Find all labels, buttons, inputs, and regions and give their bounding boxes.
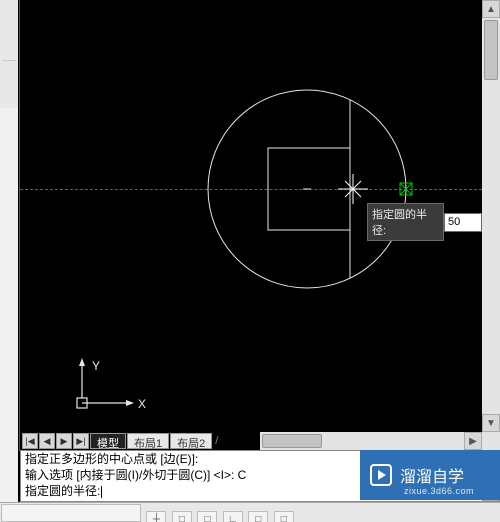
scroll-right-button[interactable]: ▶ [464,432,482,450]
scroll-corner [482,432,500,450]
scroll-thumb-vertical[interactable] [484,20,498,80]
tab-nav-prev[interactable]: ◀ [39,433,55,449]
scroll-up-button[interactable]: ▲ [482,0,500,18]
watermark-url: zixue.3d66.com [404,486,474,496]
status-toggle[interactable]: □ [197,511,217,522]
watermark-brand: 溜溜自学 [400,463,464,487]
tab-model[interactable]: 模型 [90,433,126,449]
dynamic-input: 指定圆的半径: [367,203,482,241]
tab-nav-first[interactable]: |◀ [22,433,38,449]
drawing-viewport[interactable]: Y X 指定圆的半径: ▲ ▼ ▶ |◀ ◀ ▶ ▶| 模型 布局1 布局2 / [20,0,500,450]
left-ruler [0,108,18,522]
status-toggle[interactable]: □ [274,511,294,522]
scroll-down-button[interactable]: ▼ [482,414,500,432]
status-toggle[interactable]: ┼ [146,511,166,522]
ucs-x-label: X [138,397,146,411]
status-toggle[interactable]: □ [172,511,192,522]
viewport-scrollbar-horizontal[interactable]: ▶ [260,432,482,450]
drawing-canvas[interactable]: Y X 指定圆的半径: [20,0,482,432]
ucs-y-label: Y [92,359,100,373]
tab-layout2[interactable]: 布局2 [170,433,212,449]
divider [2,60,16,61]
viewport-scrollbar-vertical[interactable]: ▲ ▼ [482,0,500,432]
play-icon [370,464,392,486]
status-bar: ┼ □ □ ∟ □ □ [0,502,500,522]
scroll-thumb-horizontal[interactable] [262,434,322,448]
dynamic-input-field[interactable] [444,213,482,232]
tab-layout1[interactable]: 布局1 [127,433,169,449]
status-coords [1,504,141,522]
watermark-logo: 溜溜自学 zixue.3d66.com [360,450,500,500]
tab-nav-next[interactable]: ▶ [56,433,72,449]
ucs-icon [77,358,134,408]
layout-tab-strip: |◀ ◀ ▶ ▶| 模型 布局1 布局2 / [22,432,218,450]
status-toggle[interactable]: ∟ [223,511,243,522]
dynamic-input-label: 指定圆的半径: [367,203,444,241]
tab-nav-last[interactable]: ▶| [73,433,89,449]
tab-more-indicator: / [215,435,218,447]
status-toggle[interactable]: □ [248,511,268,522]
crosshair-cursor [338,174,368,204]
